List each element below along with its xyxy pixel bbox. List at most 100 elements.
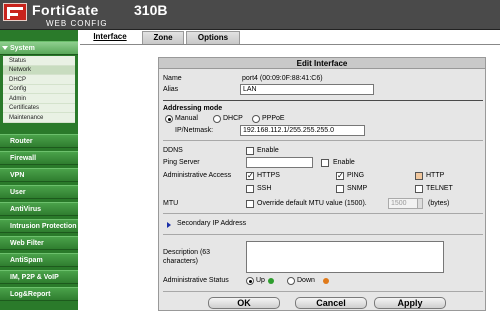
ping-server-enable-label: Enable (333, 159, 355, 166)
divider (163, 140, 483, 141)
content-area: Edit Interface Name port4 (00:09:0F:88:4… (80, 44, 500, 311)
system-submenu: Status Network DHCP Config Admin Certifi… (3, 56, 75, 123)
snmp-label: SNMP (347, 185, 368, 192)
sidebar-section-label: System (10, 45, 35, 52)
tab-interface[interactable]: Interface (80, 31, 140, 44)
divider (163, 100, 483, 101)
chevron-down-icon (2, 46, 8, 50)
tab-bar: Interface Zone Options (80, 30, 500, 44)
mode-dhcp-radio[interactable] (213, 115, 221, 123)
sidebar-section-im-p2p-voip[interactable]: IM, P2P & VoIP (0, 270, 78, 284)
ping-server-input[interactable] (246, 157, 313, 168)
sidebar-section-label: AntiSpam (10, 257, 43, 264)
alias-label: Alias (163, 86, 179, 93)
mode-pppoe-radio[interactable] (252, 115, 260, 123)
sidebar-item-admin[interactable]: Admin (3, 94, 75, 104)
sidebar-section-antispam[interactable]: AntiSpam (0, 253, 78, 267)
description-textarea[interactable] (246, 241, 444, 273)
cancel-button[interactable]: Cancel (295, 297, 367, 309)
sidebar-item-config[interactable]: Config (3, 85, 75, 94)
sidebar-section-label: Web Filter (10, 240, 44, 247)
ping-server-label: Ping Server (163, 159, 200, 166)
expand-arrow-icon[interactable] (167, 222, 171, 228)
ping-server-enable-checkbox[interactable] (321, 159, 329, 167)
https-checkbox[interactable]: ✓ (246, 172, 254, 180)
https-label: HTTPS (257, 172, 280, 179)
sidebar-section-system[interactable]: System (0, 41, 78, 55)
sidebar-section-label: User (10, 189, 26, 196)
name-label: Name (163, 75, 182, 82)
ipnetmask-input[interactable]: 192.168.112.1/255.255.255.0 (240, 125, 365, 136)
sidebar-section-label: Log&Report (10, 291, 51, 298)
name-value: port4 (00:09:0F:88:41:C6) (242, 75, 323, 82)
sidebar-section-firewall[interactable]: Firewall (0, 151, 78, 165)
http-checkbox[interactable] (415, 172, 423, 180)
sidebar-section-label: Router (10, 138, 33, 145)
sidebar-section-intrusion-protection[interactable]: Intrusion Protection (0, 219, 78, 233)
mode-dhcp-label: DHCP (223, 115, 243, 122)
mode-manual-label: Manual (175, 115, 198, 122)
divider (163, 291, 483, 292)
mtu-override-checkbox[interactable] (246, 200, 254, 208)
ddns-enable-label: Enable (257, 147, 279, 154)
sidebar-section-web-filter[interactable]: Web Filter (0, 236, 78, 250)
snmp-checkbox[interactable] (336, 185, 344, 193)
status-down-radio[interactable] (287, 277, 295, 285)
status-down-icon (323, 278, 329, 284)
brand-name: FortiGate (32, 2, 99, 18)
status-up-label: Up (256, 277, 265, 284)
status-down-label: Down (297, 277, 315, 284)
ping-checkbox[interactable]: ✓ (336, 172, 344, 180)
app-header: FortiGate 310B WEB CONFIG (0, 0, 500, 30)
ipnetmask-label: IP/Netmask: (175, 127, 214, 134)
alias-input[interactable]: LAN (240, 84, 374, 95)
telnet-checkbox[interactable] (415, 185, 423, 193)
http-label: HTTP (426, 172, 445, 179)
sidebar-section-vpn[interactable]: VPN (0, 168, 78, 182)
mtu-label: MTU (163, 200, 179, 207)
secondary-ip-link[interactable]: Secondary IP Address (177, 220, 246, 227)
sidebar-section-user[interactable]: User (0, 185, 78, 199)
sidebar-item-certificates[interactable]: Certificates (3, 104, 75, 113)
addressing-mode-label: Addressing mode (163, 105, 223, 112)
divider (163, 234, 483, 235)
panel-title: Edit Interface (159, 58, 485, 69)
model-name: 310B (134, 2, 168, 18)
sidebar: System Status Network DHCP Config Admin … (0, 30, 78, 310)
telnet-label: TELNET (426, 185, 453, 192)
edit-interface-panel: Edit Interface Name port4 (00:09:0F:88:4… (158, 57, 486, 311)
mode-pppoe-label: PPPoE (262, 115, 285, 122)
tab-options[interactable]: Options (186, 31, 240, 44)
sidebar-item-status[interactable]: Status (3, 56, 75, 66)
mtu-unit-label: (bytes) (428, 200, 450, 207)
ping-label: PING (347, 172, 365, 179)
sidebar-section-label: Firewall (10, 155, 37, 162)
fortinet-logo-icon (3, 3, 27, 21)
mtu-input[interactable]: 1500 (388, 198, 418, 209)
ddns-checkbox[interactable] (246, 147, 254, 155)
mode-manual-radio[interactable] (165, 115, 173, 123)
description-label: Description (63 characters) (163, 249, 211, 265)
sidebar-item-dhcp[interactable]: DHCP (3, 75, 75, 85)
apply-button[interactable]: Apply (374, 297, 446, 309)
sidebar-item-network[interactable]: Network (3, 65, 75, 75)
divider (163, 213, 483, 214)
sidebar-section-log-report[interactable]: Log&Report (0, 287, 78, 301)
status-up-radio[interactable] (246, 277, 254, 285)
ssh-checkbox[interactable] (246, 185, 254, 193)
sidebar-section-label: AntiVirus (10, 206, 41, 213)
sidebar-section-label: IM, P2P & VoIP (10, 274, 59, 281)
ddns-label: DDNS (163, 147, 183, 154)
sidebar-section-label: Intrusion Protection (10, 223, 77, 230)
tab-zone[interactable]: Zone (142, 31, 184, 44)
admin-status-label: Administrative Status (163, 277, 229, 284)
sidebar-section-router[interactable]: Router (0, 134, 78, 148)
sidebar-section-label: VPN (10, 172, 25, 179)
header-subtitle: WEB CONFIG (46, 19, 108, 28)
admin-access-label: Administrative Access (163, 172, 232, 179)
mtu-override-label: Override default MTU value (1500). (257, 200, 367, 207)
mtu-stepper[interactable] (417, 198, 423, 209)
sidebar-item-maintenance[interactable]: Maintenance (3, 113, 75, 123)
sidebar-section-antivirus[interactable]: AntiVirus (0, 202, 78, 216)
ok-button[interactable]: OK (208, 297, 280, 309)
